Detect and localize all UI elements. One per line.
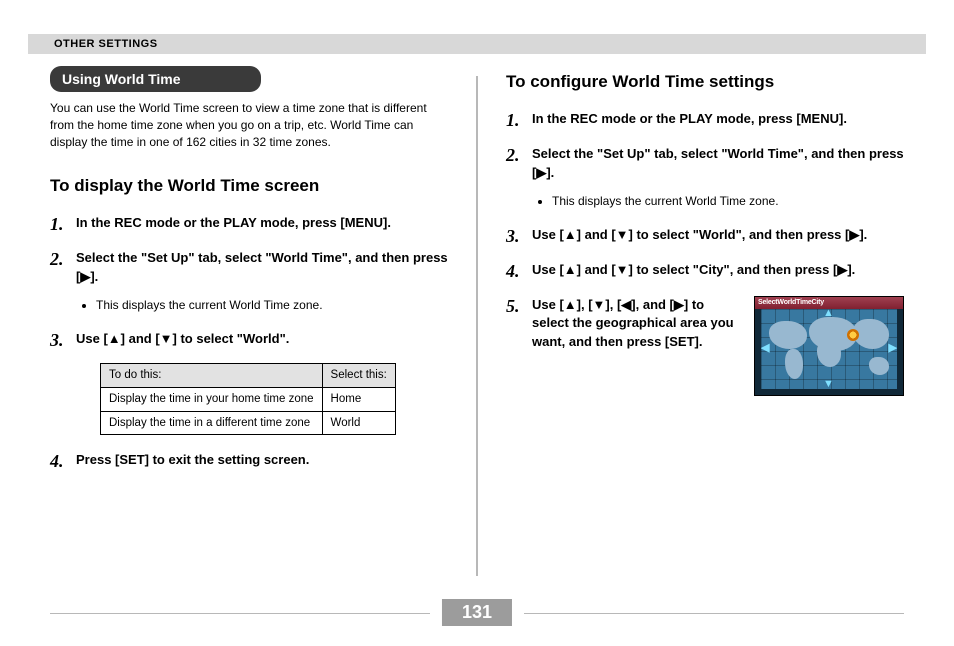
world-time-screenshot: SelectWorldTimeCity ▲ ▼ [754, 296, 904, 396]
footer-rule-right [524, 613, 904, 614]
table-row: Display the time in your home time zone … [101, 387, 396, 411]
feature-title-pill: Using World Time [50, 66, 261, 92]
world-map: ▲ ▼ ◀ ▶ [761, 309, 897, 389]
step-2-bullet-1: This displays the current World Time zon… [96, 297, 448, 314]
step-4-text: Press [SET] to exit the setting screen. [76, 452, 309, 467]
right-column: To configure World Time settings In the … [478, 66, 904, 576]
section-header-text: OTHER SETTINGS [54, 38, 158, 50]
left-steps: In the REC mode or the PLAY mode, press … [50, 214, 448, 470]
map-cursor-icon [847, 329, 859, 341]
options-table: To do this: Select this: Display the tim… [100, 363, 396, 435]
r-step-3-text: Use [▲] and [▼] to select "World", and t… [532, 227, 867, 242]
step-2-bullets: This displays the current World Time zon… [80, 297, 448, 314]
r-step-2-bullet-1: This displays the current World Time zon… [552, 193, 904, 210]
arrow-left-icon: ◀ [761, 343, 769, 354]
right-subhead: To configure World Time settings [506, 72, 904, 92]
step-1-text: In the REC mode or the PLAY mode, press … [76, 215, 391, 230]
manual-page: OTHER SETTINGS Using World Time You can … [0, 0, 954, 646]
table-cell: Display the time in your home time zone [101, 387, 323, 411]
arrow-up-icon: ▲ [823, 309, 834, 319]
r-step-2: Select the "Set Up" tab, select "World T… [506, 145, 904, 210]
table-header-action: To do this: [101, 364, 323, 388]
step-2: Select the "Set Up" tab, select "World T… [50, 249, 448, 314]
arrow-right-icon: ▶ [889, 343, 897, 354]
right-steps: In the REC mode or the PLAY mode, press … [506, 110, 904, 396]
r-step-2-bullets: This displays the current World Time zon… [536, 193, 904, 210]
arrow-down-icon: ▼ [823, 379, 834, 389]
r-step-1: In the REC mode or the PLAY mode, press … [506, 110, 904, 129]
table-header-select: Select this: [322, 364, 395, 388]
r-step-4-text: Use [▲] and [▼] to select "City", and th… [532, 262, 855, 277]
step-2-text: Select the "Set Up" tab, select "World T… [76, 250, 448, 284]
r-step-1-text: In the REC mode or the PLAY mode, press … [532, 111, 847, 126]
intro-paragraph: You can use the World Time screen to vie… [50, 100, 448, 150]
step-3: Use [▲] and [▼] to select "World". To do… [50, 330, 448, 435]
r-step-3: Use [▲] and [▼] to select "World", and t… [506, 226, 904, 245]
table-cell: Display the time in a different time zon… [101, 411, 323, 435]
content-columns: Using World Time You can use the World T… [50, 66, 904, 576]
table-cell: World [322, 411, 395, 435]
screenshot-title: SelectWorldTimeCity [755, 297, 903, 309]
section-header: OTHER SETTINGS [28, 34, 926, 54]
table-header-row: To do this: Select this: [101, 364, 396, 388]
step-1: In the REC mode or the PLAY mode, press … [50, 214, 448, 233]
footer-rule-left [50, 613, 430, 614]
r-step-4: Use [▲] and [▼] to select "City", and th… [506, 261, 904, 280]
r-step-2-text: Select the "Set Up" tab, select "World T… [532, 146, 904, 180]
left-subhead: To display the World Time screen [50, 176, 448, 196]
table-cell: Home [322, 387, 395, 411]
r-step-5-text: Use [▲], [▼], [◀], and [▶] to select the… [532, 296, 740, 353]
left-column: Using World Time You can use the World T… [50, 66, 476, 576]
step-3-text: Use [▲] and [▼] to select "World". [76, 331, 289, 346]
step-4: Press [SET] to exit the setting screen. [50, 451, 448, 470]
table-row: Display the time in a different time zon… [101, 411, 396, 435]
r-step-5: Use [▲], [▼], [◀], and [▶] to select the… [506, 296, 904, 396]
page-number: 131 [442, 599, 512, 626]
